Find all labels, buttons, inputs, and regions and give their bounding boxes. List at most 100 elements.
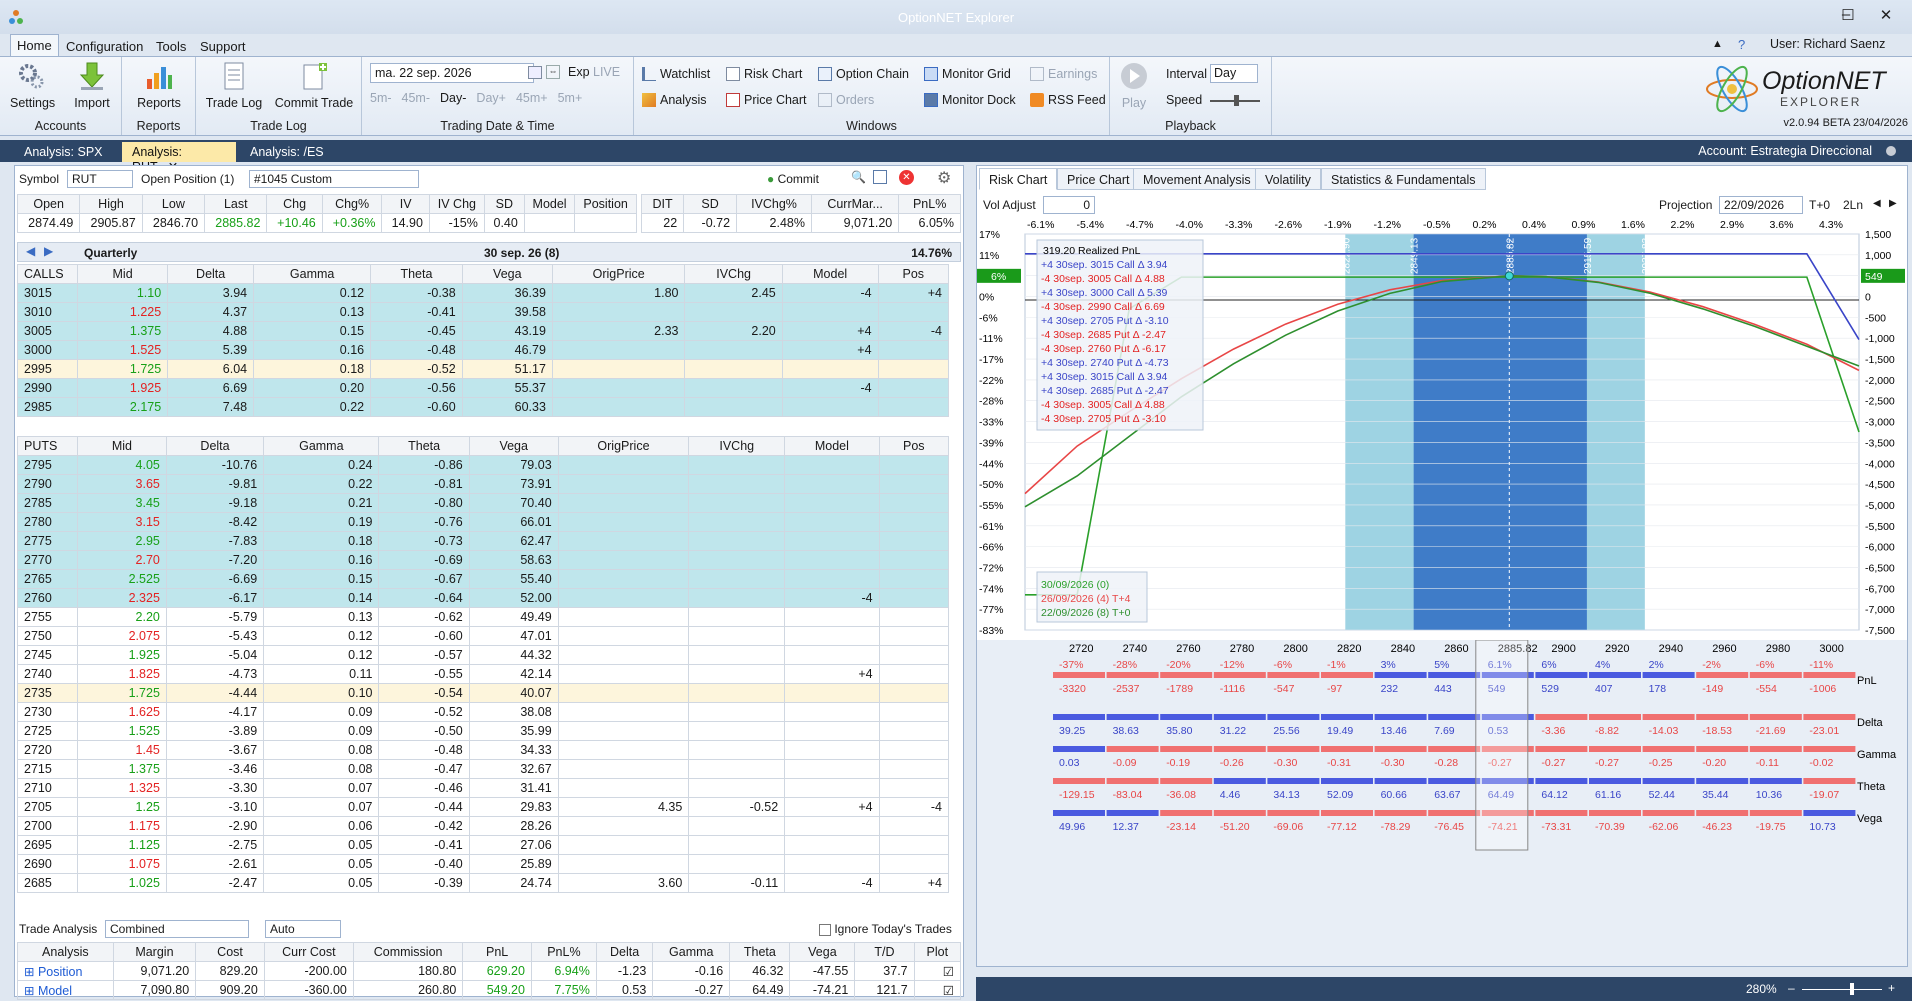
- chain-column-header[interactable]: Mid: [77, 436, 167, 456]
- trade-analysis-row[interactable]: ⊞ Model 7,090.80 909.20 -360.00 260.80 549.20…: [17, 980, 962, 1000]
- exp-toggle-icon[interactable]: ⇔: [546, 65, 560, 79]
- option-row[interactable]: 2695 1.125 -2.75 0.05 -0.41 27.06: [17, 835, 950, 855]
- orders-button[interactable]: Orders: [818, 91, 874, 109]
- vol-adjust-input[interactable]: 0: [1043, 196, 1095, 214]
- option-row[interactable]: 2715 1.375 -3.46 0.08 -0.47 32.67: [17, 759, 950, 779]
- projection-date-input[interactable]: 22/09/2026: [1719, 196, 1803, 214]
- chain-column-header[interactable]: Mid: [76, 264, 169, 284]
- chain-column-header[interactable]: Delta: [167, 264, 255, 284]
- step-fwd-45m[interactable]: 45m+: [516, 91, 548, 105]
- chain-column-header[interactable]: OrigPrice: [557, 436, 690, 456]
- option-row[interactable]: 2775 2.95 -7.83 0.18 -0.73 62.47: [17, 531, 950, 551]
- option-row[interactable]: 3000 1.525 5.39 0.16 -0.48 46.79 +4: [17, 340, 950, 360]
- option-row[interactable]: 2685 1.025 -2.47 0.05 -0.39 24.74 3.60 -0.11 -4 +…: [17, 873, 950, 893]
- monitor-dock-button[interactable]: Monitor Dock: [924, 91, 1016, 109]
- option-row[interactable]: 3005 1.375 4.88 0.15 -0.45 43.19 2.33 2.20 +4 -4: [17, 321, 950, 341]
- grid-icon[interactable]: [873, 170, 887, 184]
- trade-analysis-row[interactable]: ⊞ Position 9,071.20 829.20 -200.00 180.80 629…: [17, 961, 962, 981]
- step-back-45m[interactable]: 45m-: [402, 91, 430, 105]
- tab-risk-chart[interactable]: Risk Chart: [979, 168, 1058, 190]
- option-row[interactable]: 2765 2.525 -6.69 0.15 -0.67 55.40: [17, 569, 950, 589]
- chain-column-header[interactable]: OrigPrice: [551, 264, 686, 284]
- open-position-select[interactable]: #1045 Custom: [249, 170, 419, 188]
- option-row[interactable]: 2985 2.175 7.48 0.22 -0.60 60.33: [17, 397, 950, 417]
- collapse-ribbon-icon[interactable]: ▲: [1712, 38, 1723, 50]
- option-row[interactable]: 2725 1.525 -3.89 0.09 -0.50 35.99: [17, 721, 950, 741]
- speed-slider-thumb[interactable]: [1234, 95, 1239, 106]
- chain-column-header[interactable]: IVChg: [684, 264, 783, 284]
- option-row[interactable]: 2755 2.20 -5.79 0.13 -0.62 49.49: [17, 607, 950, 627]
- menu-home[interactable]: Home: [10, 34, 59, 56]
- monitor-grid-button[interactable]: Monitor Grid: [924, 65, 1011, 83]
- option-row[interactable]: 2770 2.70 -7.20 0.16 -0.69 58.63: [17, 550, 950, 570]
- chain-column-header[interactable]: Gamma: [263, 436, 380, 456]
- projection-next-icon[interactable]: ▶: [1889, 198, 1897, 209]
- rss-feed-button[interactable]: RSS Feed: [1030, 91, 1106, 109]
- auto-select[interactable]: Auto: [265, 920, 341, 938]
- option-row[interactable]: 3010 1.225 4.37 0.13 -0.41 39.58: [17, 302, 950, 322]
- commit-trade-button[interactable]: Commit Trade: [272, 61, 356, 110]
- option-row[interactable]: 2990 1.925 6.69 0.20 -0.56 55.37 -4: [17, 378, 950, 398]
- menu-support[interactable]: Support: [192, 37, 254, 56]
- tab-analysis-spx[interactable]: Analysis: SPX: [14, 142, 113, 162]
- gear-icon[interactable]: ⚙: [937, 168, 951, 188]
- calendar-icon[interactable]: [528, 66, 542, 79]
- plot-checkbox[interactable]: ☑: [913, 961, 962, 981]
- option-row[interactable]: 2690 1.075 -2.61 0.05 -0.40 25.89: [17, 854, 950, 874]
- chain-column-header[interactable]: Model: [781, 264, 879, 284]
- option-row[interactable]: 2790 3.65 -9.81 0.22 -0.81 73.91: [17, 474, 950, 494]
- chain-column-header[interactable]: Pos: [878, 436, 950, 456]
- close-window-button[interactable]: ✕: [1876, 6, 1896, 26]
- interval-select[interactable]: Day: [1210, 64, 1258, 83]
- chain-column-header[interactable]: Model: [784, 436, 880, 456]
- option-row[interactable]: 2760 2.325 -6.17 0.14 -0.64 52.00 -4: [17, 588, 950, 608]
- risk-chart-button[interactable]: Risk Chart: [726, 65, 802, 83]
- tab-statistics[interactable]: Statistics & Fundamentals: [1321, 168, 1486, 190]
- maximize-icon[interactable]: ☐: [1838, 6, 1858, 26]
- option-row[interactable]: 2780 3.15 -8.42 0.19 -0.76 66.01: [17, 512, 950, 532]
- option-row[interactable]: 2730 1.625 -4.17 0.09 -0.52 38.08: [17, 702, 950, 722]
- option-row[interactable]: 2995 1.725 6.04 0.18 -0.52 51.17: [17, 359, 950, 379]
- option-row[interactable]: 2720 1.45 -3.67 0.08 -0.48 34.33: [17, 740, 950, 760]
- chain-column-header[interactable]: Gamma: [253, 264, 372, 284]
- tab-volatility[interactable]: Volatility: [1255, 168, 1321, 190]
- menu-tools[interactable]: Tools: [148, 37, 194, 56]
- live-label[interactable]: LIVE: [593, 65, 620, 79]
- analysis-button[interactable]: Analysis: [642, 91, 707, 109]
- search-icon[interactable]: 🔍: [851, 170, 866, 184]
- zoom-in-icon[interactable]: +: [1888, 981, 1895, 995]
- import-button[interactable]: Import: [72, 61, 112, 110]
- trade-log-button[interactable]: Trade Log: [204, 61, 264, 110]
- option-row[interactable]: 2700 1.175 -2.90 0.06 -0.42 28.26: [17, 816, 950, 836]
- option-row[interactable]: 2795 4.05 -10.76 0.24 -0.86 79.03: [17, 455, 950, 475]
- chain-column-header[interactable]: Vega: [468, 436, 559, 456]
- checkbox-box[interactable]: [819, 923, 831, 936]
- tab-analysis-rut[interactable]: Analysis: RUT✕: [122, 142, 236, 174]
- chain-column-header[interactable]: IVChg: [688, 436, 786, 456]
- trade-analysis-mode-select[interactable]: Combined: [105, 920, 249, 938]
- menu-configuration[interactable]: Configuration: [58, 37, 151, 56]
- trading-date-input[interactable]: ma. 22 sep. 2026: [370, 63, 534, 83]
- exp-label[interactable]: Exp: [568, 65, 590, 79]
- option-row[interactable]: 3015 1.10 3.94 0.12 -0.38 36.39 1.80 2.45 -4 +4: [17, 283, 950, 303]
- option-row[interactable]: 2785 3.45 -9.18 0.21 -0.80 70.40: [17, 493, 950, 513]
- option-row[interactable]: 2705 1.25 -3.10 0.07 -0.44 29.83 4.35 -0.52 +4 -4: [17, 797, 950, 817]
- help-icon[interactable]: ?: [1738, 37, 1745, 52]
- chain-column-header[interactable]: Vega: [461, 264, 553, 284]
- option-row[interactable]: 2740 1.825 -4.73 0.11 -0.55 42.14 +4: [17, 664, 950, 684]
- chain-column-header[interactable]: Pos: [877, 264, 950, 284]
- projection-prev-icon[interactable]: ◀: [1873, 198, 1881, 209]
- option-row[interactable]: 2710 1.325 -3.30 0.07 -0.46 31.41: [17, 778, 950, 798]
- tab-analysis-es[interactable]: Analysis: /ES: [240, 142, 334, 162]
- chain-column-header[interactable]: Theta: [370, 264, 463, 284]
- settings-button[interactable]: Settings: [10, 61, 55, 110]
- option-chain-button[interactable]: Option Chain: [818, 65, 909, 83]
- zoom-slider[interactable]: [1802, 989, 1882, 990]
- play-button[interactable]: Play: [1118, 61, 1150, 110]
- risk-chart[interactable]: 2822.90 2849.13 2885.82 2915.59 2937.83 17% 1,…: [977, 216, 1907, 636]
- symbol-select[interactable]: RUT: [67, 170, 133, 188]
- earnings-button[interactable]: Earnings: [1030, 65, 1097, 83]
- ignore-today-checkbox[interactable]: Ignore Today's Trades: [819, 922, 952, 936]
- step-back-day[interactable]: Day-: [440, 91, 466, 105]
- option-row[interactable]: 2735 1.725 -4.44 0.10 -0.54 40.07: [17, 683, 950, 703]
